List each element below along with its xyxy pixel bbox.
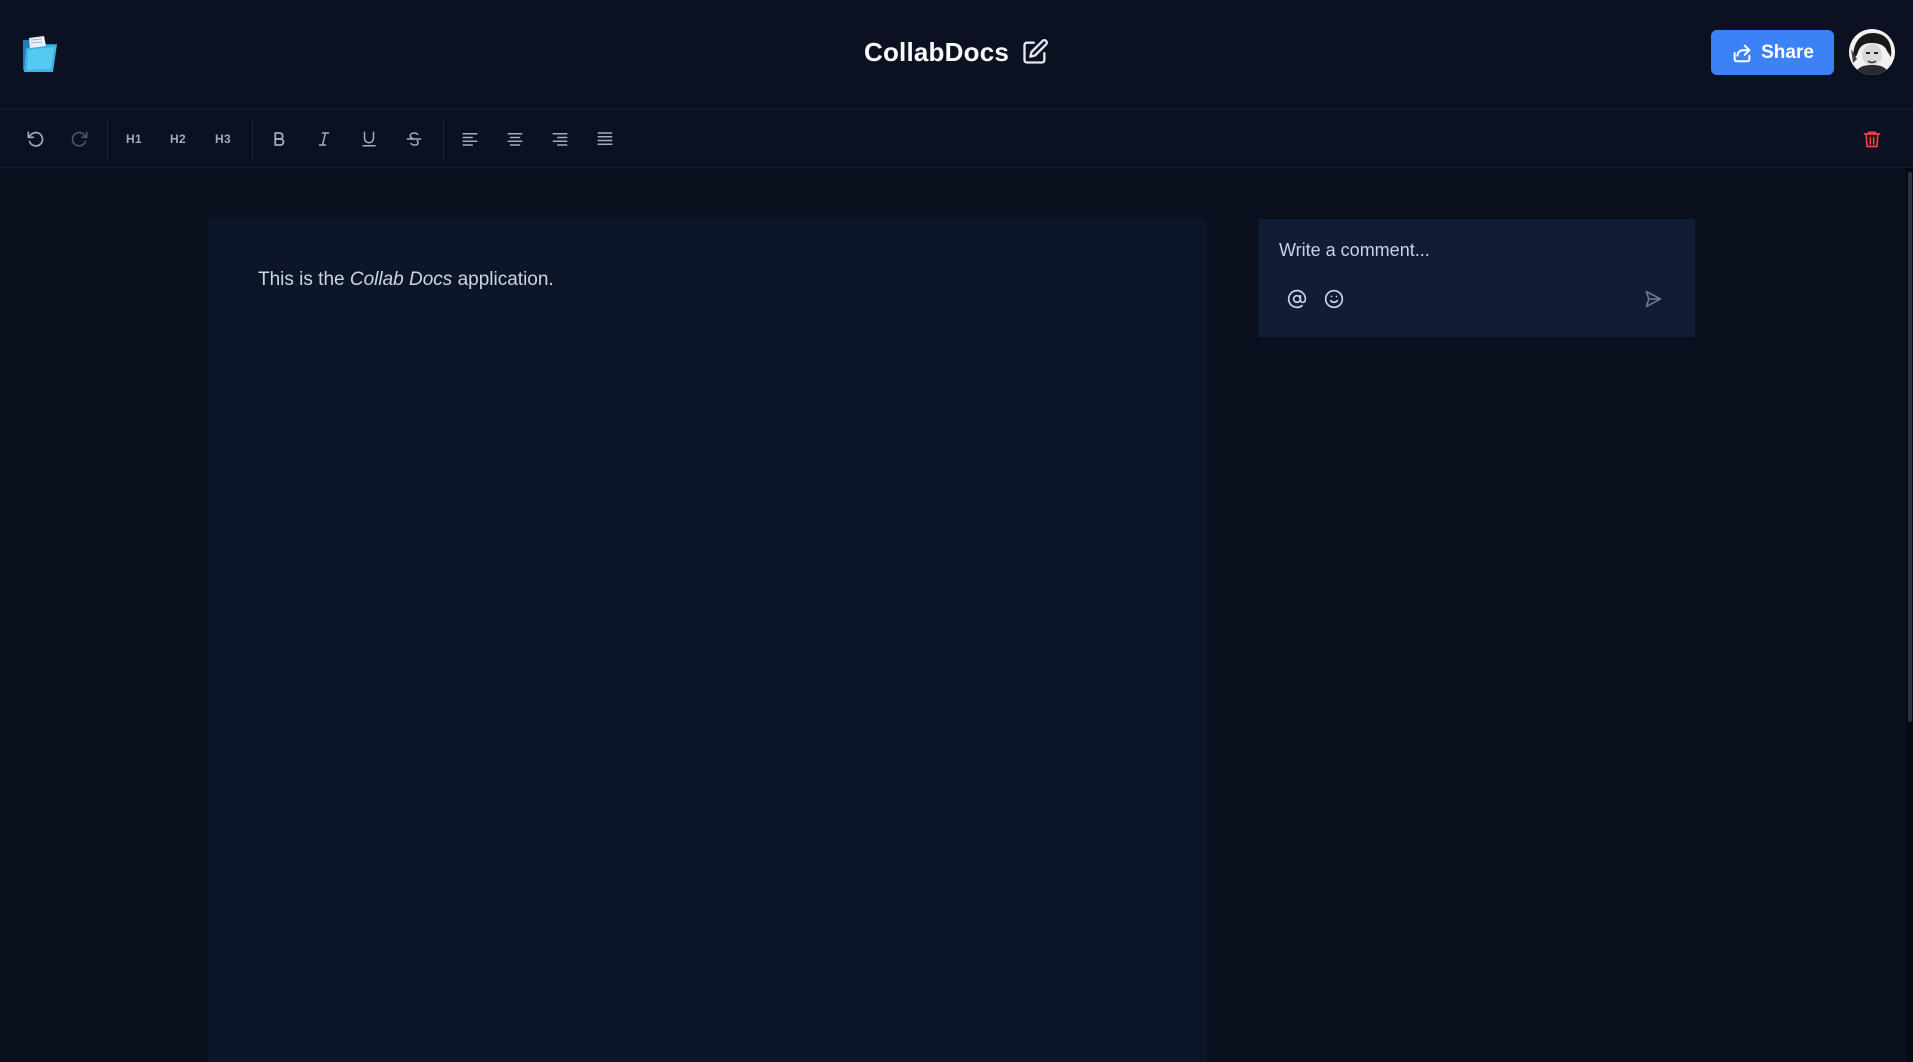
heading-2-button[interactable]: H2 [160,121,196,157]
send-icon[interactable] [1639,285,1667,313]
at-sign-icon[interactable] [1283,285,1311,313]
bold-icon[interactable] [261,121,297,157]
underline-icon[interactable] [351,121,387,157]
heading-3-label: H3 [215,132,231,146]
heading-2-label: H2 [170,132,186,146]
title-area: CollabDocs [0,34,1913,70]
toolbar-divider [443,118,444,160]
scrollbar-thumb[interactable] [1908,172,1912,722]
workspace: This is the Collab Docs application. [0,168,1913,1062]
document-paragraph[interactable]: This is the Collab Docs application. [258,268,554,292]
share-button-label: Share [1761,41,1814,63]
paragraph-text-end: application. [452,269,554,290]
paragraph-italic-text: Collab Docs [349,269,453,290]
document-editor[interactable]: This is the Collab Docs application. [208,219,1207,1062]
paragraph-text: This is the [258,269,350,290]
comment-composer [1258,219,1695,337]
heading-3-button[interactable]: H3 [205,121,241,157]
redo-icon[interactable] [62,121,98,157]
undo-icon[interactable] [17,121,53,157]
align-center-icon[interactable] [497,121,533,157]
comment-input[interactable] [1258,219,1695,281]
align-right-icon[interactable] [542,121,578,157]
user-avatar[interactable] [1849,29,1895,75]
heading-1-label: H1 [126,132,142,146]
share-arrow-icon [1731,42,1753,64]
pencil-square-icon[interactable] [1021,38,1049,66]
align-left-icon[interactable] [452,121,488,157]
formatting-toolbar: H1 H2 H3 [0,110,1913,168]
strikethrough-icon[interactable] [396,121,432,157]
toolbar-divider [252,118,253,160]
app-header: CollabDocs Share [0,0,1913,110]
document-title[interactable]: CollabDocs [864,37,1009,68]
heading-1-button[interactable]: H1 [116,121,152,157]
smiley-icon[interactable] [1320,285,1348,313]
share-button[interactable]: Share [1711,30,1834,75]
trash-icon[interactable] [1854,121,1890,157]
toolbar-divider [107,118,108,160]
align-justify-icon[interactable] [587,121,623,157]
italic-icon[interactable] [306,121,342,157]
